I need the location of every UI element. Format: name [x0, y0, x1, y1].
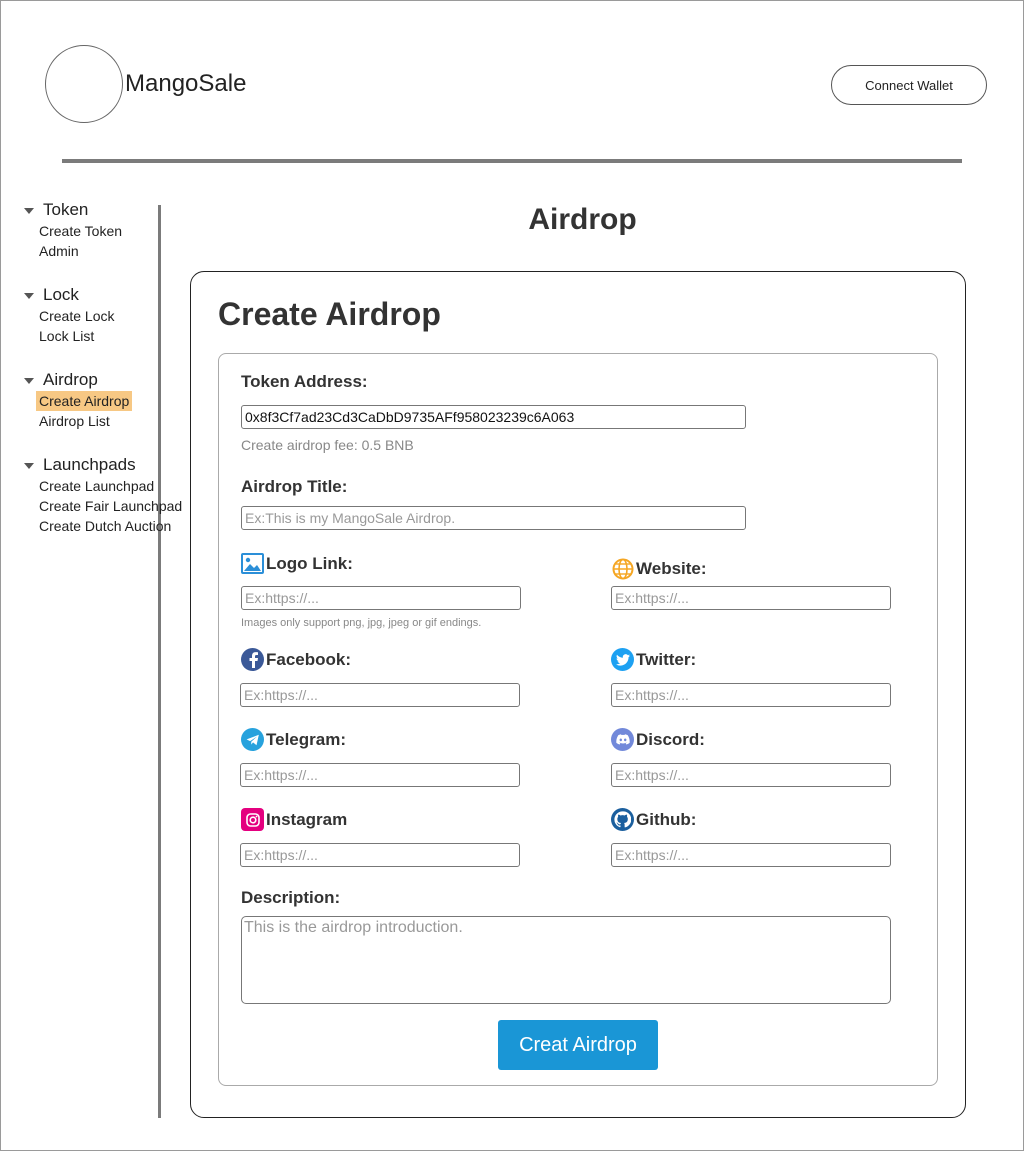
- nav-item-admin[interactable]: Admin: [39, 241, 79, 261]
- discord-icon: [611, 728, 634, 751]
- facebook-label: Facebook:: [241, 648, 351, 671]
- nav-group-label: Airdrop: [43, 370, 98, 389]
- twitter-input[interactable]: [611, 683, 891, 707]
- facebook-input[interactable]: [240, 683, 520, 707]
- form-title: Create Airdrop: [218, 296, 441, 332]
- nav-item-create-token[interactable]: Create Token: [39, 221, 122, 241]
- instagram-label: Instagram: [241, 808, 347, 831]
- airdrop-title-label: Airdrop Title:: [241, 477, 348, 496]
- facebook-text: Facebook:: [266, 649, 352, 669]
- connect-wallet-button[interactable]: Connect Wallet: [831, 65, 987, 105]
- caret-down-icon: [24, 462, 34, 469]
- page-title: Airdrop: [528, 203, 637, 236]
- website-label: Website:: [611, 557, 707, 580]
- discord-text: Discord:: [636, 729, 705, 749]
- github-label: Github:: [611, 808, 696, 831]
- github-icon: [611, 808, 634, 831]
- discord-label: Discord:: [611, 728, 705, 751]
- nav-item-create-airdrop[interactable]: Create Airdrop: [36, 391, 133, 411]
- telegram-icon: [241, 728, 264, 751]
- caret-down-icon: [24, 377, 34, 384]
- facebook-icon: [241, 648, 264, 671]
- telegram-text: Telegram:: [266, 729, 346, 749]
- logo-link-text: Logo Link:: [266, 553, 353, 573]
- website-text: Website:: [636, 558, 707, 578]
- github-text: Github:: [636, 809, 697, 829]
- telegram-label: Telegram:: [241, 728, 346, 751]
- nav-group-label: Launchpads: [43, 455, 136, 474]
- nav-item-create-dutch-auction[interactable]: Create Dutch Auction: [39, 516, 171, 536]
- create-airdrop-button[interactable]: Creat Airdrop: [498, 1020, 658, 1070]
- nav-item-lock-list[interactable]: Lock List: [39, 326, 94, 346]
- logo-image: [45, 45, 123, 123]
- image-icon: [241, 552, 264, 575]
- nav-item-create-lock[interactable]: Create Lock: [39, 306, 114, 326]
- discord-input[interactable]: [611, 763, 891, 787]
- token-address-label: Token Address:: [241, 372, 368, 391]
- website-input[interactable]: [611, 586, 891, 610]
- twitter-text: Twitter:: [636, 649, 697, 669]
- globe-icon: [611, 557, 634, 580]
- nav-group-token[interactable]: Token: [24, 200, 88, 220]
- token-address-input[interactable]: [241, 405, 746, 429]
- twitter-icon: [611, 648, 634, 671]
- instagram-input[interactable]: [240, 843, 520, 867]
- telegram-input[interactable]: [240, 763, 520, 787]
- header-divider: [62, 159, 962, 163]
- sidebar-divider: [158, 205, 161, 1118]
- brand-name: MangoSale: [125, 70, 247, 97]
- logo-link-label: Logo Link:: [241, 552, 353, 575]
- logo-hint: Images only support png, jpg, jpeg or gi…: [241, 617, 482, 629]
- caret-down-icon: [24, 292, 34, 299]
- twitter-label: Twitter:: [611, 648, 696, 671]
- github-input[interactable]: [611, 843, 891, 867]
- instagram-icon: [241, 808, 264, 831]
- logo-link-input[interactable]: [241, 586, 521, 610]
- nav-item-create-fair-launchpad[interactable]: Create Fair Launchpad: [39, 496, 182, 516]
- fee-hint: Create airdrop fee: 0.5 BNB: [241, 437, 414, 453]
- description-label: Description:: [241, 888, 341, 907]
- nav-group-launchpads[interactable]: Launchpads: [24, 455, 136, 475]
- description-textarea[interactable]: [241, 916, 891, 1004]
- nav-group-label: Token: [43, 200, 89, 219]
- nav-item-create-launchpad[interactable]: Create Launchpad: [39, 476, 154, 496]
- nav-group-airdrop[interactable]: Airdrop: [24, 370, 98, 390]
- nav-group-lock[interactable]: Lock: [24, 285, 79, 305]
- nav-group-label: Lock: [43, 285, 79, 304]
- nav-item-airdrop-list[interactable]: Airdrop List: [39, 411, 110, 431]
- instagram-text: Instagram: [266, 809, 348, 829]
- airdrop-title-input[interactable]: [241, 506, 746, 530]
- caret-down-icon: [24, 207, 34, 214]
